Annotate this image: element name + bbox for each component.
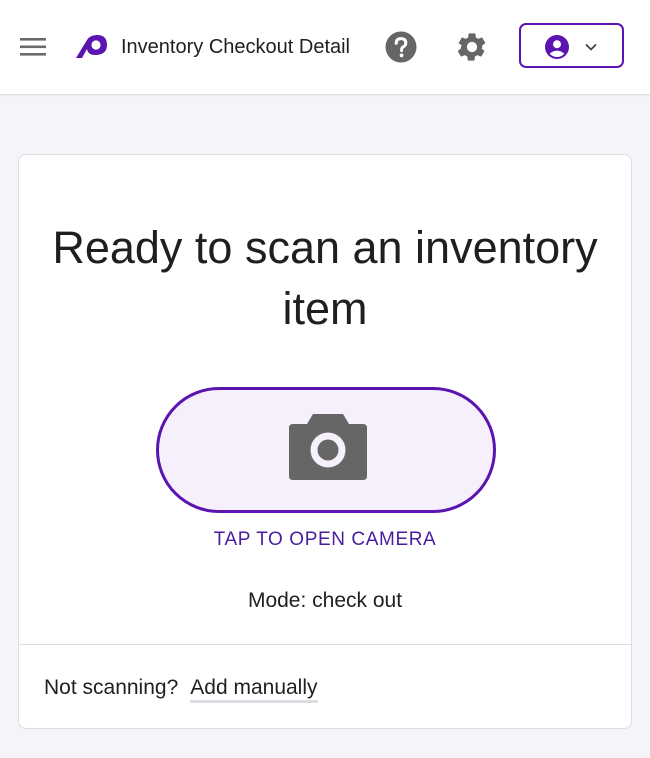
not-scanning-label: Not scanning? [44, 676, 179, 699]
hamburger-menu-icon[interactable] [18, 32, 48, 62]
manual-entry-row: Not scanning? Add manually [44, 673, 318, 703]
page-title: Inventory Checkout Detail [121, 36, 351, 58]
card-divider [19, 644, 631, 645]
scan-card: Ready to scan an inventory item TAP TO O… [18, 154, 632, 729]
help-circle-icon[interactable] [384, 30, 418, 64]
top-app-bar: Inventory Checkout Detail [0, 0, 650, 95]
account-menu-button[interactable] [519, 23, 624, 68]
chevron-down-icon [585, 44, 597, 51]
open-camera-button[interactable] [156, 387, 496, 513]
camera-icon [289, 414, 367, 480]
scan-headline: Ready to scan an inventory item [52, 222, 598, 334]
gear-icon[interactable] [455, 30, 489, 64]
open-camera-label[interactable]: TAP TO OPEN CAMERA [19, 529, 631, 551]
user-avatar-icon [545, 35, 569, 59]
app-logo-icon[interactable] [73, 31, 111, 63]
add-manually-link[interactable]: Add manually [190, 676, 318, 703]
scan-mode-text: Mode: check out [247, 589, 403, 612]
